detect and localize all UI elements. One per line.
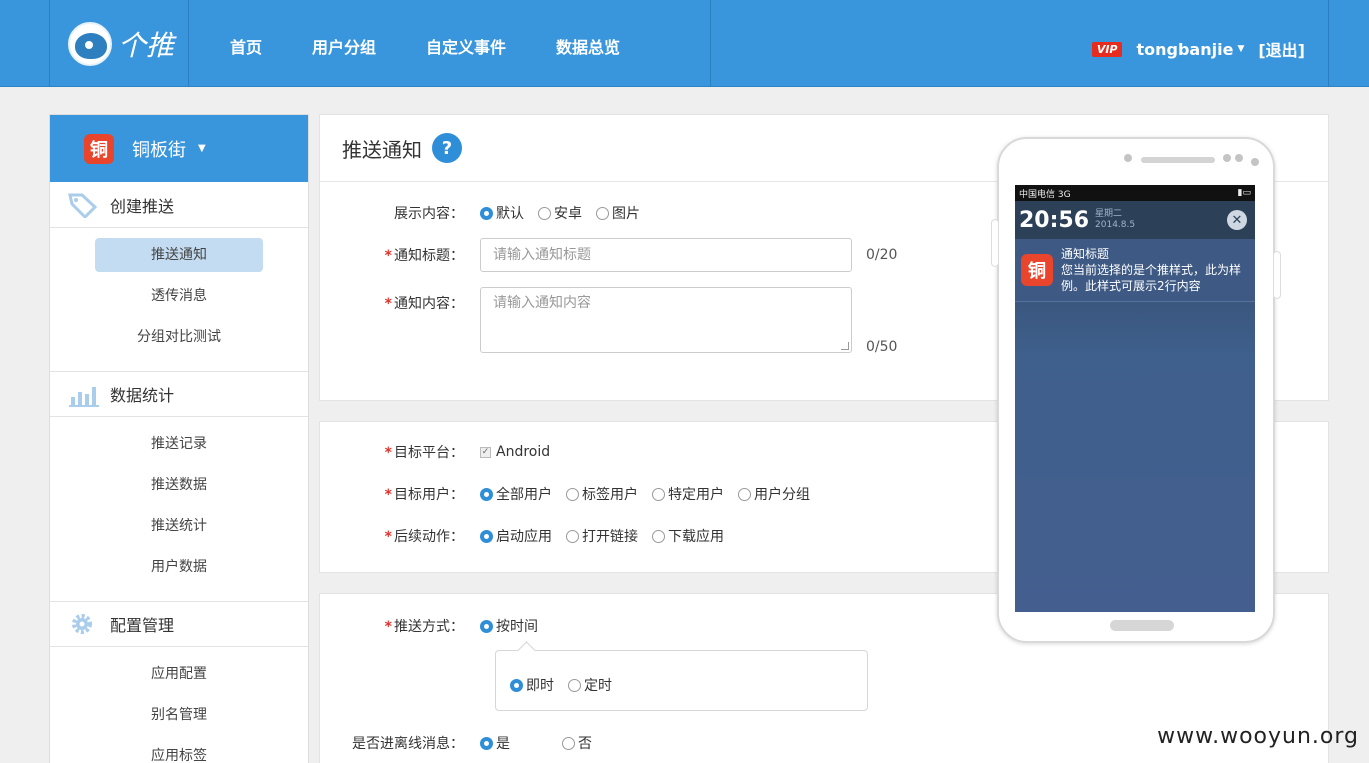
tag-icon xyxy=(68,192,102,219)
phone-date: 2014.8.5 xyxy=(1095,220,1136,230)
phone-clock: 20:56 xyxy=(1019,207,1090,233)
getui-logo[interactable]: 个推 xyxy=(68,22,174,66)
phone-preview: 中国电信 3G ▮▭ 20:56 星期二 2014.8.5 ✕ 铜 通知标题 您… xyxy=(991,137,1281,643)
timing-scheduled-radio[interactable]: 定时 xyxy=(568,675,612,695)
notification-preview: 铜 通知标题 您当前选择的是个推样式，此为样例。此样式可展示2行内容 xyxy=(1015,239,1255,302)
camera-icon xyxy=(1124,154,1132,162)
display-default-radio[interactable]: 默认 xyxy=(480,203,524,223)
notification-title-input[interactable]: 请输入通知标题 xyxy=(480,238,852,272)
app-name: 铜板街 xyxy=(132,139,186,161)
sidebar-item-push-data[interactable]: 推送数据 xyxy=(95,468,263,502)
app-selector[interactable]: 铜 铜板街 ▼ xyxy=(50,115,308,182)
action-link-radio[interactable]: 打开链接 xyxy=(566,526,638,546)
users-specific-radio[interactable]: 特定用户 xyxy=(652,484,724,504)
section-create-push[interactable]: 创建推送 xyxy=(50,182,308,228)
sidebar-item-app-config[interactable]: 应用配置 xyxy=(95,657,263,691)
offline-label: 是否进离线消息： xyxy=(352,736,464,752)
carrier-text: 中国电信 3G xyxy=(1019,189,1071,200)
notification-body: 您当前选择的是个推样式，此为样例。此样式可展示2行内容 xyxy=(1061,263,1242,293)
sidebar-item-push-notification[interactable]: 推送通知 xyxy=(95,238,263,272)
users-label: 目标用户： xyxy=(394,487,464,503)
page-title: 推送通知 xyxy=(342,137,422,162)
app-logo-icon: 铜 xyxy=(84,133,114,164)
method-by-time-radio[interactable]: 按时间 xyxy=(480,616,538,636)
notification-header: 20:56 星期二 2014.8.5 ✕ xyxy=(1015,201,1255,239)
main-nav: 首页 用户分组 自定义事件 数据总览 xyxy=(230,34,670,58)
section-title: 数据统计 xyxy=(110,386,175,405)
sidebar-item-alias[interactable]: 别名管理 xyxy=(95,698,263,732)
sidebar-item-ab-test[interactable]: 分组对比测试 xyxy=(95,320,263,354)
section-title: 配置管理 xyxy=(110,616,175,635)
display-image-radio[interactable]: 图片 xyxy=(596,203,640,223)
bar-chart-icon xyxy=(68,381,102,407)
nav-data-overview[interactable]: 数据总览 xyxy=(556,34,620,58)
section-config[interactable]: 配置管理 xyxy=(50,601,308,647)
app-logo-icon: 铜 xyxy=(1021,254,1053,286)
display-label: 展示内容： xyxy=(394,206,464,222)
logo-text: 个推 xyxy=(118,29,175,62)
action-label: 后续动作： xyxy=(394,529,464,545)
vip-badge: VIP xyxy=(1091,41,1123,57)
nav-custom-events[interactable]: 自定义事件 xyxy=(426,34,506,58)
battery-icon: ▮▭ xyxy=(1237,188,1251,198)
close-icon[interactable]: ✕ xyxy=(1227,210,1247,230)
timing-options-box: 即时 定时 xyxy=(495,650,868,711)
section-title: 创建推送 xyxy=(110,196,175,216)
status-bar: 中国电信 3G ▮▭ xyxy=(1015,185,1255,201)
content-char-counter: 0/50 xyxy=(866,339,898,355)
speaker-grille xyxy=(1141,157,1215,163)
notification-title: 通知标题 xyxy=(1061,247,1110,261)
users-tag-radio[interactable]: 标签用户 xyxy=(566,484,638,504)
sidebar-item-app-tags[interactable]: 应用标签 xyxy=(95,739,263,763)
timing-immediate-radio[interactable]: 即时 xyxy=(510,675,554,695)
sidebar: 铜 铜板街 ▼ 创建推送 推送通知 透传消息 分组对比测试 数据统计 推送记录 … xyxy=(49,114,309,763)
home-button xyxy=(1110,620,1174,631)
sidebar-item-user-data[interactable]: 用户数据 xyxy=(95,550,263,584)
users-all-radio[interactable]: 全部用户 xyxy=(480,484,552,504)
title-char-counter: 0/20 xyxy=(866,247,898,263)
section-data-stats[interactable]: 数据统计 xyxy=(50,371,308,417)
display-android-radio[interactable]: 安卓 xyxy=(538,203,582,223)
users-group-radio[interactable]: 用户分组 xyxy=(738,484,810,504)
content-label: 通知内容： xyxy=(394,296,464,312)
logout-link[interactable]: [退出] xyxy=(1258,37,1305,61)
platform-label: 目标平台： xyxy=(394,445,464,461)
watermark: www.wooyun.org xyxy=(1157,724,1359,749)
action-download-radio[interactable]: 下载应用 xyxy=(652,526,724,546)
offline-no-radio[interactable]: 否 xyxy=(562,733,592,753)
caret-down-icon: ▼ xyxy=(198,143,206,154)
notification-content-textarea[interactable]: 请输入通知内容 xyxy=(480,287,852,353)
sidebar-item-passthrough[interactable]: 透传消息 xyxy=(95,279,263,313)
whale-logo-icon xyxy=(68,22,112,66)
android-checkbox[interactable]: ✓ Android xyxy=(480,444,550,460)
action-launch-radio[interactable]: 启动应用 xyxy=(480,526,552,546)
nav-home[interactable]: 首页 xyxy=(230,34,262,58)
help-icon[interactable]: ? xyxy=(432,133,462,163)
phone-weekday: 星期二 xyxy=(1095,209,1123,219)
nav-user-groups[interactable]: 用户分组 xyxy=(312,34,376,58)
phone-screen: 中国电信 3G ▮▭ 20:56 星期二 2014.8.5 ✕ 铜 通知标题 您… xyxy=(1015,185,1255,612)
top-navbar: 个推 首页 用户分组 自定义事件 数据总览 VIP tongbanjie ▼ [… xyxy=(0,0,1369,87)
gear-icon xyxy=(68,611,102,637)
chevron-down-icon[interactable]: ▼ xyxy=(1237,44,1244,54)
username-dropdown[interactable]: tongbanjie xyxy=(1136,40,1233,59)
user-area: VIP tongbanjie ▼ [退出] xyxy=(1091,37,1305,61)
offline-yes-radio[interactable]: 是 xyxy=(480,733,510,753)
method-label: 推送方式： xyxy=(394,619,464,635)
title-label: 通知标题： xyxy=(394,248,464,264)
sidebar-item-push-stats[interactable]: 推送统计 xyxy=(95,509,263,543)
sidebar-item-push-records[interactable]: 推送记录 xyxy=(95,427,263,461)
